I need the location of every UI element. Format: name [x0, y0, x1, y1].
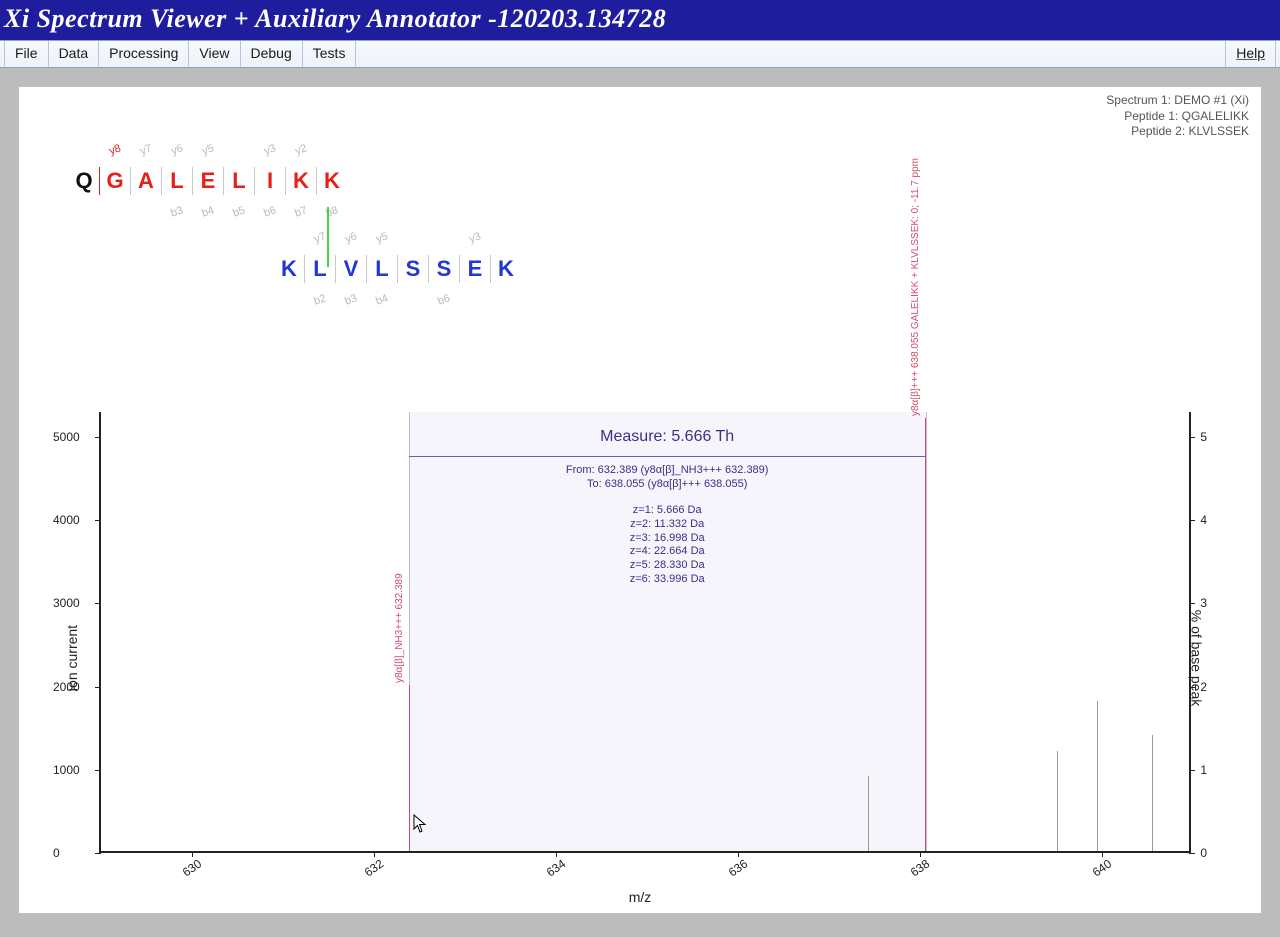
y-tick-left: 3000 — [53, 596, 80, 610]
y-tick-right: 5 — [1200, 430, 1207, 444]
peak[interactable] — [868, 776, 869, 851]
spectrum-plot[interactable]: ion current % of base peak m/z 010002000… — [39, 412, 1241, 903]
menu-data[interactable]: Data — [49, 41, 100, 67]
menu-bar: File Data Processing View Debug Tests He… — [0, 40, 1280, 68]
y-tick-right: 1 — [1200, 763, 1207, 777]
measure-mass-list: z=1: 5.666 Daz=2: 11.332 Daz=3: 16.998 D… — [630, 504, 705, 587]
spectrum-metadata: Spectrum 1: DEMO #1 (Xi) Peptide 1: QGAL… — [1106, 93, 1249, 140]
b-ion-label: b4 — [374, 292, 390, 307]
y-ion-label: y6 — [169, 142, 184, 157]
b-ion-label: b7 — [293, 204, 309, 219]
x-tick: 630 — [180, 857, 204, 880]
spectrum-workspace: Spectrum 1: DEMO #1 (Xi) Peptide 1: QGAL… — [18, 86, 1262, 914]
x-tick: 638 — [908, 857, 932, 880]
y-ion-label: y6 — [343, 230, 358, 245]
y-ion-label: y3 — [262, 142, 277, 157]
menu-help[interactable]: Help — [1225, 41, 1276, 67]
y-ion-label: y5 — [374, 230, 389, 245]
meta-peptide1: Peptide 1: QGALELIKK — [1106, 109, 1249, 125]
y-tick-left: 4000 — [53, 513, 80, 527]
x-tick: 636 — [726, 857, 750, 880]
y-tick-right: 4 — [1200, 513, 1207, 527]
y-ion-label: y2 — [293, 142, 308, 157]
y-ion-label: y8 — [107, 142, 122, 157]
residue[interactable]: S — [398, 256, 428, 282]
residue[interactable]: Iy3b6 — [255, 168, 285, 194]
b-ion-label: b3 — [169, 204, 185, 219]
x-tick: 634 — [544, 857, 568, 880]
residue[interactable]: Ly7b2 — [305, 256, 335, 282]
menu-spacer — [356, 41, 1225, 67]
residue[interactable]: Ly6b3 — [162, 168, 192, 194]
residue[interactable]: K — [274, 256, 304, 282]
y-ion-label: y3 — [467, 230, 482, 245]
annotated-peak[interactable]: y8α[β]+++ 638.055 GALELIKK + KLVLSSEK: 0… — [925, 418, 926, 851]
b-ion-label: b6 — [436, 292, 452, 307]
y-tick-right: 0 — [1200, 846, 1207, 860]
measure-title: Measure: 5.666 Th — [600, 428, 734, 446]
peak-label: y8α[β]_NH3+++ 632.389 — [394, 573, 405, 685]
measure-bracket — [409, 456, 925, 457]
residue[interactable]: Ky2b7 — [286, 168, 316, 194]
residue[interactable]: Q — [69, 168, 99, 194]
b-ion-label: b5 — [231, 204, 247, 219]
b-ion-label: b2 — [312, 292, 328, 307]
residue[interactable]: Ey5b4 — [193, 168, 223, 194]
residue[interactable]: Ay7 — [131, 168, 161, 194]
y-ion-label: y7 — [312, 230, 327, 245]
peptide1-sequence[interactable]: QGy8Ay7Ly6b3Ey5b4Lb5Iy3b6Ky2b7Kb8 — [69, 167, 669, 195]
measure-endpoints: From: 632.389 (y8α[β]_NH3+++ 632.389)To:… — [566, 464, 769, 492]
y-tick-left: 0 — [53, 846, 60, 860]
menu-debug[interactable]: Debug — [241, 41, 303, 67]
residue[interactable]: Sb6 — [429, 256, 459, 282]
y-tick-left: 5000 — [53, 430, 80, 444]
window-title: Xi Spectrum Viewer + Auxiliary Annotator… — [0, 0, 1280, 40]
y-ion-label: y7 — [138, 142, 153, 157]
menu-view[interactable]: View — [189, 41, 240, 67]
b-ion-label: b4 — [200, 204, 216, 219]
peak-label: y8α[β]+++ 638.055 GALELIKK + KLVLSSEK: 0… — [910, 158, 921, 418]
y-tick-left: 2000 — [53, 680, 80, 694]
residue[interactable]: Lb5 — [224, 168, 254, 194]
annotated-peak[interactable]: y8α[β]_NH3+++ 632.389 — [409, 685, 410, 851]
b-ion-label: b3 — [343, 292, 359, 307]
sequence-panel: QGy8Ay7Ly6b3Ey5b4Lb5Iy3b6Ky2b7Kb8 KLy7b2… — [69, 167, 669, 283]
peak[interactable] — [1152, 735, 1153, 851]
menu-file[interactable]: File — [4, 41, 49, 67]
x-tick: 640 — [1090, 857, 1114, 880]
residue[interactable]: Vy6b3 — [336, 256, 366, 282]
peak[interactable] — [1057, 751, 1058, 851]
residue[interactable]: Kb8 — [317, 168, 347, 194]
residue[interactable]: Ey3 — [460, 256, 490, 282]
y-tick-left: 1000 — [53, 763, 80, 777]
residue[interactable]: K — [491, 256, 521, 282]
x-axis-label: m/z — [629, 889, 652, 905]
menu-processing[interactable]: Processing — [99, 41, 189, 67]
plot-axes[interactable]: 0100020003000400050000123456306326346366… — [99, 412, 1191, 853]
residue[interactable]: Ly5b4 — [367, 256, 397, 282]
x-tick: 632 — [362, 857, 386, 880]
y-tick-right: 2 — [1200, 680, 1207, 694]
y-ion-label: y5 — [200, 142, 215, 157]
meta-peptide2: Peptide 2: KLVLSSEK — [1106, 124, 1249, 140]
peak[interactable] — [1097, 701, 1098, 851]
peptide2-sequence[interactable]: KLy7b2Vy6b3Ly5b4SSb6Ey3K — [274, 255, 669, 283]
residue[interactable]: Gy8 — [100, 168, 130, 194]
meta-spectrum: Spectrum 1: DEMO #1 (Xi) — [1106, 93, 1249, 109]
y-tick-right: 3 — [1200, 596, 1207, 610]
menu-tests[interactable]: Tests — [303, 41, 357, 67]
b-ion-label: b6 — [262, 204, 278, 219]
